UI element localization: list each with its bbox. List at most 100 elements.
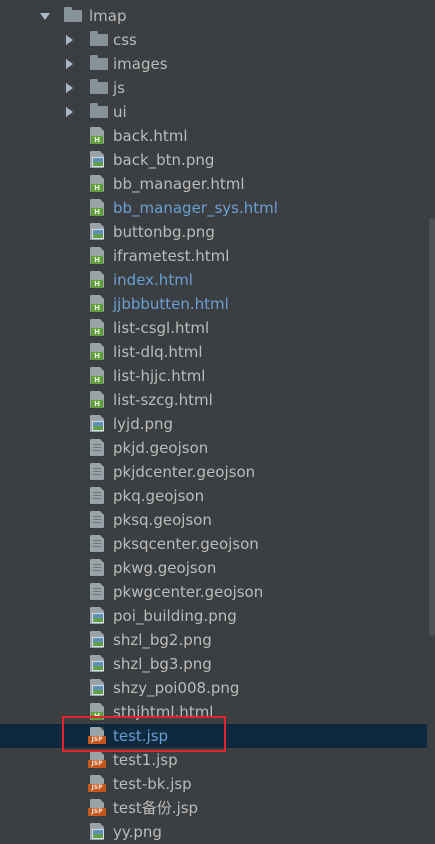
png-file-icon — [90, 631, 104, 648]
folder-label: css — [113, 31, 137, 49]
folder-icon — [64, 7, 82, 22]
file-label: test-bk.jsp — [113, 775, 192, 793]
tree-folder-ui[interactable]: ui — [0, 100, 427, 124]
file-label: back.html — [113, 127, 188, 145]
folder-label: js — [113, 79, 125, 97]
geojson-file-icon — [90, 535, 104, 552]
file-label: list-hjjc.html — [113, 367, 206, 385]
collapse-arrow-icon[interactable] — [66, 107, 73, 117]
tree-file-item[interactable]: pkjd.geojson — [0, 436, 427, 460]
html-file-icon: H — [90, 391, 104, 408]
file-label: iframetest.html — [113, 247, 230, 265]
tree-file-item[interactable]: buttonbg.png — [0, 220, 427, 244]
tree-file-item[interactable]: pkq.geojson — [0, 484, 427, 508]
file-label: pkjd.geojson — [113, 439, 209, 457]
tree-root-lmap[interactable]: lmap — [0, 4, 427, 28]
geojson-file-icon — [90, 487, 104, 504]
tree-file-item[interactable]: Hindex.html — [0, 268, 427, 292]
file-label: shzy_poi008.png — [113, 679, 240, 697]
html-file-icon: H — [90, 271, 104, 288]
tree-file-item[interactable]: pkwgcenter.geojson — [0, 580, 427, 604]
collapse-arrow-icon[interactable] — [66, 83, 73, 93]
tree-file-item[interactable]: pksq.geojson — [0, 508, 427, 532]
tree-file-item[interactable]: shzy_poi008.png — [0, 676, 427, 700]
file-label: poi_building.png — [113, 607, 237, 625]
tree-file-item[interactable]: Hlist-szcg.html — [0, 388, 427, 412]
file-label: pkwg.geojson — [113, 559, 217, 577]
tree-file-item[interactable]: Hbb_manager_sys.html — [0, 196, 427, 220]
html-file-icon: H — [90, 127, 104, 144]
png-file-icon — [90, 223, 104, 240]
tree-file-item[interactable]: pkwg.geojson — [0, 556, 427, 580]
file-label: jjbbbutten.html — [113, 295, 229, 313]
tree-file-item[interactable]: Hlist-hjjc.html — [0, 364, 427, 388]
tree-file-item[interactable]: lyjd.png — [0, 412, 427, 436]
expand-arrow-icon[interactable] — [40, 13, 50, 20]
tree-file-item[interactable]: JSP test备份.jsp — [0, 796, 427, 820]
folder-icon — [90, 55, 108, 70]
file-label: back_btn.png — [113, 151, 215, 169]
file-label: yy.png — [113, 823, 162, 841]
geojson-file-icon — [90, 511, 104, 528]
png-file-icon — [90, 607, 104, 624]
tree-file-item[interactable]: Hback.html — [0, 124, 427, 148]
file-label: list-szcg.html — [113, 391, 213, 409]
file-label: index.html — [113, 271, 193, 289]
file-label: shzl_bg2.png — [113, 631, 212, 649]
jsp-file-icon: JSP — [88, 775, 106, 792]
collapse-arrow-icon[interactable] — [66, 35, 73, 45]
tree-file-item[interactable]: back_btn.png — [0, 148, 427, 172]
tree-file-item[interactable]: Hlist-dlq.html — [0, 340, 427, 364]
tree-file-item[interactable]: Hiframetest.html — [0, 244, 427, 268]
png-file-icon — [90, 679, 104, 696]
tree-file-item[interactable]: Hbb_manager.html — [0, 172, 427, 196]
file-label: lyjd.png — [113, 415, 174, 433]
html-file-icon: H — [90, 199, 104, 216]
tree-file-item[interactable]: Hjjbbbutten.html — [0, 292, 427, 316]
folder-icon — [90, 31, 108, 46]
folder-label: ui — [113, 103, 127, 121]
scrollbar[interactable] — [427, 0, 435, 844]
highlight-box — [62, 716, 226, 752]
tree-file-item[interactable]: pksqcenter.geojson — [0, 532, 427, 556]
file-label: pkjdcenter.geojson — [113, 463, 256, 481]
file-label: shzl_bg3.png — [113, 655, 212, 673]
file-label: test备份.jsp — [113, 799, 199, 817]
file-label: list-dlq.html — [113, 343, 203, 361]
tree-file-item[interactable]: Hlist-csgl.html — [0, 316, 427, 340]
tree-file-item[interactable]: pkjdcenter.geojson — [0, 460, 427, 484]
tree-file-item[interactable]: JSP test-bk.jsp — [0, 772, 427, 796]
tree-file-item[interactable]: poi_building.png — [0, 604, 427, 628]
folder-label: images — [113, 55, 168, 73]
file-label: bb_manager_sys.html — [113, 199, 278, 217]
tree-folder-images[interactable]: images — [0, 52, 427, 76]
tree-folder-js[interactable]: js — [0, 76, 427, 100]
html-file-icon: H — [90, 343, 104, 360]
html-file-icon: H — [90, 367, 104, 384]
tree-file-item[interactable]: shzl_bg2.png — [0, 628, 427, 652]
tree-file-item[interactable]: yy.png — [0, 820, 427, 844]
jsp-file-icon: JSP — [88, 799, 106, 816]
png-file-icon — [90, 151, 104, 168]
geojson-file-icon — [90, 439, 104, 456]
file-label: pkwgcenter.geojson — [113, 583, 264, 601]
png-file-icon — [90, 655, 104, 672]
folder-icon — [90, 103, 108, 118]
scrollbar-thumb[interactable] — [429, 218, 435, 636]
file-label: bb_manager.html — [113, 175, 245, 193]
tree-file-item[interactable]: shzl_bg3.png — [0, 652, 427, 676]
html-file-icon: H — [90, 319, 104, 336]
png-file-icon — [90, 823, 104, 840]
html-file-icon: H — [90, 295, 104, 312]
html-file-icon: H — [90, 247, 104, 264]
file-label: buttonbg.png — [113, 223, 215, 241]
file-label: pkq.geojson — [113, 487, 205, 505]
jsp-file-icon: JSP — [88, 751, 106, 768]
file-label: list-csgl.html — [113, 319, 210, 337]
html-file-icon: H — [90, 175, 104, 192]
folder-label: lmap — [89, 7, 127, 25]
collapse-arrow-icon[interactable] — [66, 59, 73, 69]
folder-icon — [90, 79, 108, 94]
png-file-icon — [90, 415, 104, 432]
tree-folder-css[interactable]: css — [0, 28, 427, 52]
